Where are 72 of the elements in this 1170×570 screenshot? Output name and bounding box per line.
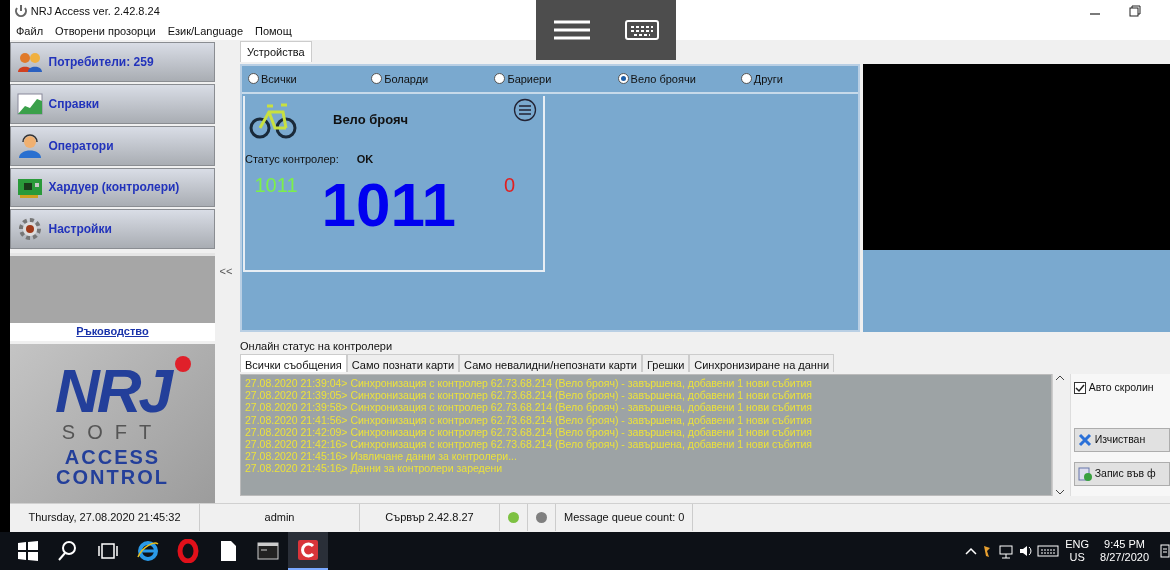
auto-scroll-checkbox[interactable]: Авто скролин [1074, 380, 1170, 396]
count-in: 1011 [254, 173, 298, 199]
language-indicator[interactable]: ENG US [1065, 538, 1090, 564]
menu-icon[interactable] [552, 18, 592, 42]
keyboard-icon[interactable] [624, 18, 660, 42]
status-queue: Message queue count: 0 [556, 504, 694, 531]
log-line: 27.08.2020 21:45:16> Извличане данни за контролери... [245, 450, 518, 463]
chart-icon [17, 91, 43, 116]
notification-icon[interactable] [1160, 543, 1170, 559]
device-title: Вело брояч [333, 111, 409, 130]
sidebar-button[interactable]: Оператори [10, 125, 215, 166]
restore-icon[interactable] [1128, 4, 1142, 18]
tab[interactable]: Всички съобщения [240, 354, 347, 372]
save-file-icon [1078, 466, 1092, 481]
section-title: Онлайн статус на контролери [240, 339, 394, 352]
status-label: Статус контролер: [245, 152, 339, 167]
status-datetime: Thursday, 27.08.2020 21:45:32 [10, 504, 200, 531]
logo-dot-icon [175, 355, 191, 372]
clock[interactable]: 9:45 PM 8/27/2020 [1100, 538, 1149, 564]
ring-icon [176, 539, 200, 563]
log-line: 27.08.2020 21:42:16> Синхронизация с контролер 62.73.68.214 (Вело брояч) - завършена, добавени 1 нови събития [245, 438, 814, 451]
sidebar-button[interactable]: Потребители: 259 [10, 42, 215, 82]
count-total: 1011 [321, 174, 457, 237]
menu-item[interactable]: Език/Language [161, 22, 249, 40]
radio-button[interactable]: Боларди [365, 70, 489, 88]
log-line: 27.08.2020 21:39:05> Синхронизация с контролер 62.73.68.214 (Вело брояч) - завършена, добавени 1 нови събития [245, 389, 814, 402]
logo-text: SOFT [61, 421, 164, 442]
radio-button[interactable]: Всички [242, 70, 366, 88]
terminal-icon [256, 539, 280, 563]
check-icon [1075, 382, 1085, 393]
status-value: OK [356, 152, 374, 167]
windows-icon [16, 539, 40, 563]
tab[interactable]: Синхронизиране на данни [689, 354, 835, 372]
menu-item[interactable]: Помощ [249, 22, 298, 40]
log-line: 27.08.2020 21:42:09> Синхронизация с контролер 62.73.68.214 (Вело брояч) - завършена, добавени 1 нови събития [245, 425, 814, 438]
collapse-button[interactable]: << [219, 263, 233, 280]
sidebar-button[interactable]: Хардуер (контролери) [10, 167, 215, 208]
tab[interactable]: Грешки [641, 354, 690, 372]
tab[interactable]: Само невалидни/непознати карти [459, 354, 642, 372]
app-icon [14, 4, 28, 18]
log-line: 27.08.2020 21:39:58> Синхронизация с контролер 62.73.68.214 (Вело брояч) - завършена, добавени 1 нови събития [245, 401, 814, 414]
person-headset-icon [17, 133, 43, 158]
browser-icon [136, 539, 160, 563]
logo-text: ACCESS [64, 447, 161, 468]
x-icon [1078, 432, 1092, 447]
sidebar-button[interactable]: Справки [10, 83, 215, 124]
radio-button[interactable]: Други [734, 70, 858, 88]
logo-text: CONTROL [56, 467, 169, 488]
menu-icon[interactable] [513, 98, 537, 122]
status-server: Сървър 2.42.8.27 [360, 504, 500, 531]
log-line: 27.08.2020 21:39:04> Синхронизация с контролер 62.73.68.214 (Вело брояч) - завършена, добавени 1 нови събития [245, 377, 814, 390]
app-icon [296, 538, 320, 562]
scroll-down-icon[interactable] [1054, 488, 1065, 496]
radio-button[interactable]: Бариери [488, 70, 612, 88]
button[interactable]: Запис във ф [1074, 461, 1170, 486]
sidebar-button[interactable]: Настройки [10, 209, 215, 250]
count-out: 0 [504, 173, 516, 199]
status-user: admin [200, 504, 360, 531]
radio-button[interactable]: Вело броячи [611, 70, 735, 88]
log-line: 27.08.2020 21:41:56> Синхронизация с контролер 62.73.68.214 (Вело брояч) - завършена, добавени 1 нови събития [245, 413, 814, 426]
menu-item[interactable]: Файл [10, 22, 50, 40]
tab[interactable]: Устройства [240, 40, 312, 62]
menu-item[interactable]: Отворени прозорци [49, 22, 162, 40]
scroll-up-icon[interactable] [1054, 374, 1065, 382]
logo-mark: NRJ [55, 359, 170, 422]
window-title: NRJ Access ver. 2.42.8.24 [30, 3, 160, 19]
button[interactable]: Изчистван [1074, 427, 1170, 452]
log-line: 27.08.2020 21:45:16> Данни за контролери заредени [245, 462, 504, 475]
tab[interactable]: Само познати карти [346, 354, 460, 372]
taskbar-button[interactable] [288, 532, 328, 570]
tray-icons[interactable] [963, 542, 1060, 560]
gear-icon [17, 217, 43, 242]
